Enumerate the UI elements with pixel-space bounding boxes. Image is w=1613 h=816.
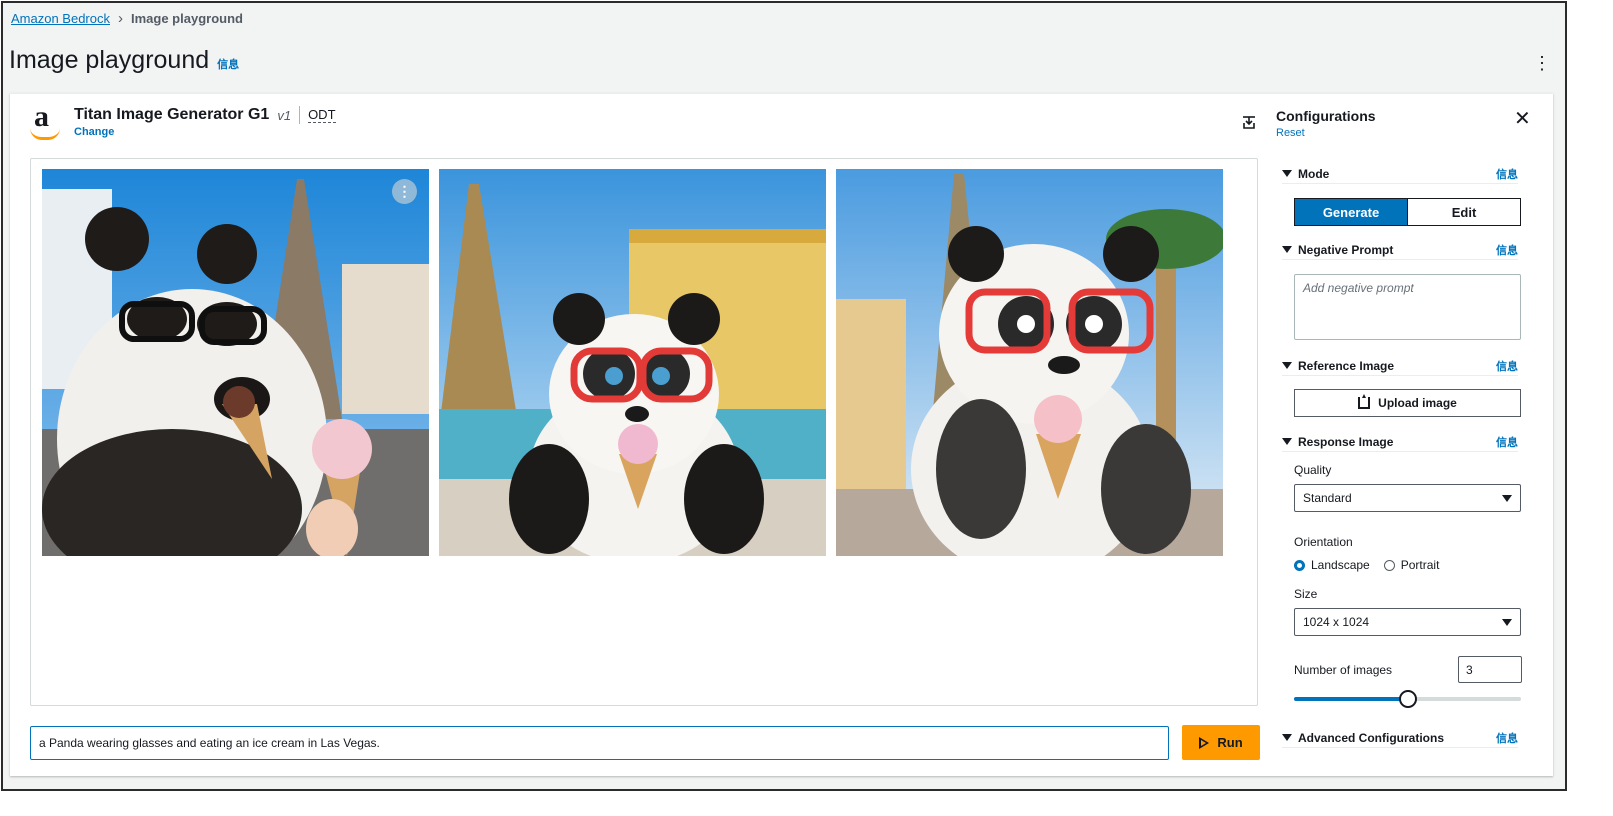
caret-down-icon — [1282, 170, 1292, 177]
number-of-images-slider[interactable] — [1294, 690, 1521, 708]
quality-value: Standard — [1303, 491, 1352, 505]
upload-image-button[interactable]: Upload image — [1294, 389, 1521, 417]
size-label: Size — [1294, 587, 1318, 601]
orientation-label: Orientation — [1294, 535, 1353, 549]
reference-image-info-link[interactable]: 信息 — [1496, 358, 1518, 374]
chevron-right-icon: › — [118, 10, 123, 27]
mode-label: Mode — [1298, 166, 1330, 181]
radio-selected-icon — [1294, 559, 1305, 571]
page-info-link[interactable]: 信息 — [217, 56, 239, 72]
configurations-panel: Configurations Reset ✕ Mode 信息 Generate … — [1276, 94, 1538, 777]
response-image-section[interactable]: Response Image 信息 — [1282, 434, 1518, 452]
more-options-icon[interactable]: ⋮ — [1533, 53, 1551, 74]
caret-down-icon — [1282, 438, 1292, 445]
play-icon — [1199, 736, 1210, 749]
divider — [299, 106, 301, 124]
breadcrumb-current: Image playground — [131, 11, 243, 26]
page-header: Image playground 信息 — [9, 46, 239, 75]
prompt-input[interactable] — [30, 726, 1169, 760]
reset-link[interactable]: Reset — [1276, 127, 1305, 139]
change-model-link[interactable]: Change — [74, 126, 336, 138]
negative-prompt-input[interactable]: Add negative prompt — [1294, 274, 1521, 340]
mode-section[interactable]: Mode 信息 — [1282, 166, 1518, 184]
number-of-images-input[interactable]: 3 — [1458, 656, 1522, 683]
dropdown-arrow-icon — [1502, 494, 1512, 502]
amazon-logo: a — [28, 100, 62, 140]
generated-image-3[interactable] — [836, 169, 1223, 556]
image-gallery: ⋮ — [30, 158, 1258, 706]
breadcrumb-link-bedrock[interactable]: Amazon Bedrock — [11, 11, 110, 26]
run-button[interactable]: Run — [1182, 725, 1260, 760]
reference-image-section[interactable]: Reference Image 信息 — [1282, 358, 1518, 376]
size-select[interactable]: 1024 x 1024 — [1294, 608, 1521, 636]
image-options-icon[interactable]: ⋮ — [392, 179, 417, 204]
app-frame: Amazon Bedrock › Image playground Image … — [1, 1, 1567, 791]
advanced-configurations-info-link[interactable]: 信息 — [1496, 730, 1518, 746]
quality-label: Quality — [1294, 463, 1332, 477]
orientation-portrait-radio[interactable]: Portrait — [1383, 558, 1440, 572]
mode-toggle: Generate Edit — [1294, 198, 1521, 226]
model-info: Titan Image Generator G1 v1 ODT Change — [74, 106, 336, 140]
dropdown-arrow-icon — [1502, 618, 1512, 626]
orientation-radio-group: Landscape Portrait — [1294, 558, 1439, 572]
playground-card: a Titan Image Generator G1 v1 ODT Change — [10, 93, 1553, 776]
slider-thumb[interactable] — [1399, 690, 1417, 708]
slider-fill — [1294, 697, 1408, 701]
configurations-title: Configurations — [1276, 108, 1376, 124]
mode-info-link[interactable]: 信息 — [1496, 166, 1518, 182]
generated-image-2[interactable] — [439, 169, 826, 556]
response-image-label: Response Image — [1298, 434, 1394, 449]
reference-image-label: Reference Image — [1298, 358, 1395, 373]
mode-generate-button[interactable]: Generate — [1295, 199, 1407, 225]
mode-edit-button[interactable]: Edit — [1407, 199, 1520, 225]
model-header: a Titan Image Generator G1 v1 ODT Change — [28, 100, 336, 140]
run-label: Run — [1217, 735, 1243, 750]
advanced-configurations-section[interactable]: Advanced Configurations 信息 — [1282, 730, 1518, 748]
negative-prompt-section[interactable]: Negative Prompt 信息 — [1282, 242, 1518, 260]
orientation-landscape-label: Landscape — [1311, 558, 1370, 572]
caret-down-icon — [1282, 246, 1292, 253]
number-of-images-label: Number of images — [1294, 663, 1393, 677]
breadcrumb: Amazon Bedrock › Image playground — [11, 11, 243, 26]
orientation-portrait-label: Portrait — [1400, 558, 1440, 572]
negative-prompt-label: Negative Prompt — [1298, 242, 1394, 257]
upload-icon — [1358, 394, 1371, 409]
advanced-configurations-label: Advanced Configurations — [1298, 730, 1445, 745]
orientation-landscape-radio[interactable]: Landscape — [1294, 558, 1370, 572]
close-icon[interactable]: ✕ — [1514, 106, 1531, 131]
response-image-info-link[interactable]: 信息 — [1496, 434, 1518, 450]
negative-prompt-info-link[interactable]: 信息 — [1496, 242, 1518, 258]
model-name: Titan Image Generator G1 — [74, 106, 270, 123]
download-icon[interactable] — [1242, 116, 1256, 130]
generated-image-1[interactable]: ⋮ — [42, 169, 429, 556]
caret-down-icon — [1282, 362, 1292, 369]
caret-down-icon — [1282, 734, 1292, 741]
quality-select[interactable]: Standard — [1294, 484, 1521, 512]
model-odt-label[interactable]: ODT — [308, 107, 336, 123]
model-version: v1 — [277, 107, 292, 123]
upload-image-label: Upload image — [1378, 396, 1457, 410]
size-value: 1024 x 1024 — [1303, 615, 1370, 629]
page-title: Image playground — [9, 46, 210, 74]
radio-unselected-icon — [1383, 559, 1395, 571]
